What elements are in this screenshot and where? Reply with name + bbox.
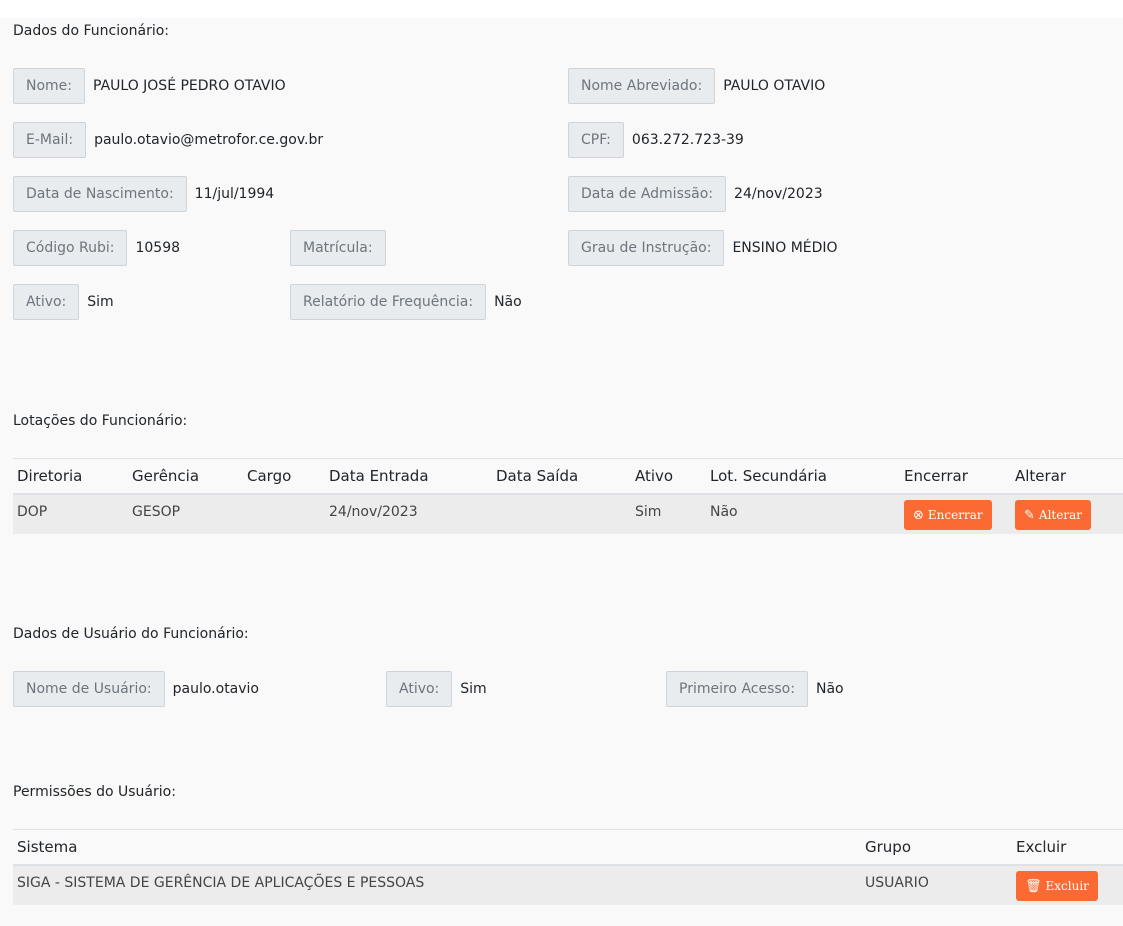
email-label: E-Mail: <box>13 122 87 158</box>
permissions-table: Sistema Grupo Excluir SIGA - SISTEMA DE … <box>13 829 1123 905</box>
matricula-label: Matrícula: <box>290 230 386 266</box>
permissions-header-row: Sistema Grupo Excluir <box>13 829 1123 866</box>
grau-instrucao-value: ENSINO MÉDIO <box>732 240 838 256</box>
cell-gerencia: GESOP <box>128 494 243 534</box>
encerrar-button[interactable]: ⊗ Encerrar <box>904 500 992 530</box>
nome-abreviado-value: PAULO OTAVIO <box>723 78 826 94</box>
cell-lot-secundaria: Não <box>706 494 900 534</box>
col-data-entrada: Data Entrada <box>325 458 492 495</box>
field-cpf: CPF: 063.272.723-39 <box>568 122 744 158</box>
field-admissao: Data de Admissão: 24/nov/2023 <box>568 176 823 212</box>
relatorio-frequencia-label: Relatório de Frequência: <box>290 284 487 320</box>
ativo-value: Sim <box>87 294 114 310</box>
field-primeiro-acesso: Primeiro Acesso: Não <box>666 671 844 707</box>
cell-diretoria: DOP <box>13 494 128 534</box>
cell-excluir: 🗑 Excluir <box>1012 865 1123 905</box>
col-lot-secundaria: Lot. Secundária <box>706 458 900 495</box>
paperclip-icon: ✎ <box>1024 507 1035 523</box>
cpf-value: 063.272.723-39 <box>631 132 744 148</box>
field-matricula: Matrícula: <box>290 230 394 266</box>
field-nascimento: Data de Nascimento: 11/jul/1994 <box>13 176 274 212</box>
primeiro-acesso-label: Primeiro Acesso: <box>666 671 808 707</box>
field-usuario-ativo: Ativo: Sim <box>386 671 487 707</box>
nome-label: Nome: <box>13 68 86 104</box>
grau-instrucao-label: Grau de Instrução: <box>568 230 725 266</box>
table-row: SIGA - SISTEMA DE GERÊNCIA DE APLICAÇÕES… <box>13 865 1123 905</box>
nome-usuario-label: Nome de Usuário: <box>13 671 165 707</box>
col-cargo: Cargo <box>243 458 325 495</box>
cell-ativo: Sim <box>631 494 706 534</box>
cell-grupo: USUARIO <box>861 865 1012 905</box>
col-data-saida: Data Saída <box>492 458 631 495</box>
primeiro-acesso-value: Não <box>815 681 844 697</box>
admissao-label: Data de Admissão: <box>568 176 727 212</box>
col-gerencia: Gerência <box>128 458 243 495</box>
field-codigo-rubi: Código Rubi: 10598 <box>13 230 180 266</box>
top-bar <box>0 0 1123 18</box>
field-relatorio-frequencia: Relatório de Frequência: Não <box>290 284 522 320</box>
cell-data-entrada: 24/nov/2023 <box>325 494 492 534</box>
permissions-section-title: Permissões do Usuário: <box>13 784 176 800</box>
nascimento-value: 11/jul/1994 <box>194 186 275 202</box>
usuario-ativo-label: Ativo: <box>386 671 453 707</box>
admissao-value: 24/nov/2023 <box>734 186 823 202</box>
lotacoes-section-title: Lotações do Funcionário: <box>13 413 188 429</box>
email-value: paulo.otavio@metrofor.ce.gov.br <box>94 132 324 148</box>
field-grau-instrucao: Grau de Instrução: ENSINO MÉDIO <box>568 230 838 266</box>
lotacoes-header-row: Diretoria Gerência Cargo Data Entrada Da… <box>13 458 1123 495</box>
cpf-label: CPF: <box>568 122 624 158</box>
nome-value: PAULO JOSÉ PEDRO OTAVIO <box>93 78 286 94</box>
excluir-button[interactable]: 🗑 Excluir <box>1016 871 1098 901</box>
cell-cargo <box>243 494 325 534</box>
table-row: DOP GESOP 24/nov/2023 Sim Não ⊗ Encerrar… <box>13 494 1123 534</box>
codigo-rubi-value: 10598 <box>135 240 181 256</box>
relatorio-frequencia-value: Não <box>494 294 522 310</box>
cell-data-saida <box>492 494 631 534</box>
col-sistema: Sistema <box>13 829 861 866</box>
col-diretoria: Diretoria <box>13 458 128 495</box>
cell-sistema: SIGA - SISTEMA DE GERÊNCIA DE APLICAÇÕES… <box>13 865 861 905</box>
ativo-label: Ativo: <box>13 284 80 320</box>
lotacoes-table: Diretoria Gerência Cargo Data Entrada Da… <box>13 458 1123 534</box>
field-nome: Nome: PAULO JOSÉ PEDRO OTAVIO <box>13 68 286 104</box>
usuario-ativo-value: Sim <box>460 681 487 697</box>
col-ativo: Ativo <box>631 458 706 495</box>
matricula-value <box>386 230 394 266</box>
trash-icon: 🗑 <box>1025 878 1042 894</box>
nascimento-label: Data de Nascimento: <box>13 176 187 212</box>
field-nome-usuario: Nome de Usuário: paulo.otavio <box>13 671 259 707</box>
cell-encerrar: ⊗ Encerrar <box>900 494 1011 534</box>
encerrar-button-label: Encerrar <box>927 508 983 522</box>
nome-usuario-value: paulo.otavio <box>172 681 259 697</box>
alterar-button[interactable]: ✎ Alterar <box>1015 500 1091 530</box>
field-ativo: Ativo: Sim <box>13 284 114 320</box>
user-section-title: Dados de Usuário do Funcionário: <box>13 626 249 642</box>
employee-section-title: Dados do Funcionário: <box>13 23 170 39</box>
col-grupo: Grupo <box>861 829 1012 866</box>
nome-abreviado-label: Nome Abreviado: <box>568 68 716 104</box>
field-email: E-Mail: paulo.otavio@metrofor.ce.gov.br <box>13 122 323 158</box>
field-nome-abreviado: Nome Abreviado: PAULO OTAVIO <box>568 68 825 104</box>
times-circle-icon: ⊗ <box>913 507 924 523</box>
col-excluir: Excluir <box>1012 829 1123 866</box>
col-alterar: Alterar <box>1011 458 1123 495</box>
codigo-rubi-label: Código Rubi: <box>13 230 128 266</box>
col-encerrar: Encerrar <box>900 458 1011 495</box>
alterar-button-label: Alterar <box>1038 508 1082 522</box>
cell-alterar: ✎ Alterar <box>1011 494 1123 534</box>
excluir-button-label: Excluir <box>1045 879 1089 893</box>
